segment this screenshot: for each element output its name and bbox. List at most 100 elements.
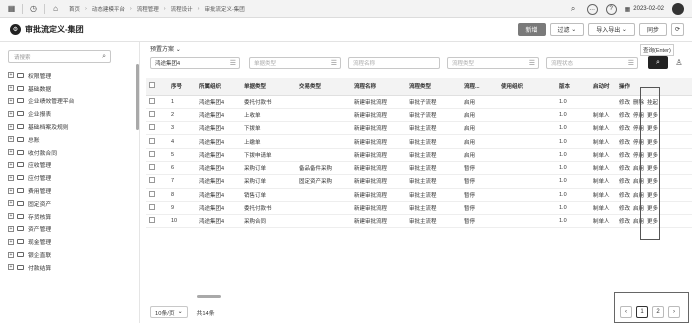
column-header[interactable]: 流程类型: [406, 78, 461, 96]
row-checkbox[interactable]: [149, 150, 155, 157]
org-field[interactable]: 鸿途集团4 ☰: [150, 57, 240, 69]
page-button[interactable]: 2: [652, 306, 664, 318]
sync-button[interactable]: 同步: [638, 23, 667, 36]
prev-page-button[interactable]: ‹: [620, 306, 632, 318]
edit-link[interactable]: 修改: [619, 166, 630, 172]
sidebar-item[interactable]: + 付款结算: [8, 261, 74, 274]
refresh-icon[interactable]: ⟳: [670, 23, 684, 36]
breadcrumb-item-modeling[interactable]: 动态建模平台: [92, 5, 125, 13]
edit-link[interactable]: 修改: [619, 140, 630, 146]
expand-icon[interactable]: +: [8, 238, 14, 245]
sidebar-item[interactable]: + 企业绩效管理平台: [8, 95, 74, 108]
edit-link[interactable]: 修改: [619, 126, 630, 132]
row-checkbox[interactable]: [149, 164, 155, 171]
sidebar-item[interactable]: + 收付款合同: [8, 146, 74, 159]
sidebar-item[interactable]: + 总账: [8, 133, 74, 146]
flow-status-field[interactable]: 流程状态 ☰: [546, 57, 638, 69]
expand-icon[interactable]: +: [8, 174, 14, 181]
avatar[interactable]: [672, 3, 684, 15]
flow-name-field[interactable]: 流程名称: [348, 57, 440, 69]
breadcrumb-item-current[interactable]: 审批流定义-集团: [204, 5, 244, 13]
next-page-button[interactable]: ›: [668, 306, 680, 318]
table-row[interactable]: 9 鸿途集团4 委托付款书 新建审批流程 审批主流程 暂停 1.0 制单人 修改 启用 更多: [146, 201, 692, 216]
filter-button[interactable]: 过滤 ⌄: [549, 23, 585, 36]
edit-link[interactable]: 修改: [619, 193, 630, 199]
expand-icon[interactable]: +: [8, 187, 14, 194]
apps-grid-icon[interactable]: ▦: [6, 3, 17, 14]
table-row[interactable]: 5 鸿途集团4 下拨申请单 新建审批流程 审批主流程 启用 1.0 制单人 修改 停用 更多: [146, 148, 692, 162]
expand-icon[interactable]: +: [8, 225, 14, 232]
page-size-select[interactable]: 10条/页 ⌄: [150, 306, 188, 318]
expand-icon[interactable]: +: [8, 123, 14, 130]
list-icon[interactable]: ☰: [230, 59, 236, 67]
column-header[interactable]: 使用组织: [498, 78, 556, 96]
table-row[interactable]: 7 鸿途集团4 采购订单 固定资产采购 新建审批流程 审批主流程 暂停 1.0 制单人 修改 启用更…: [146, 174, 692, 189]
sidebar-item[interactable]: + 应付管理: [8, 171, 74, 184]
row-checkbox[interactable]: [149, 204, 155, 211]
expand-icon[interactable]: +: [8, 200, 14, 207]
search-icon[interactable]: ⌕: [568, 4, 579, 15]
row-checkbox[interactable]: [149, 97, 155, 104]
row-checkbox[interactable]: [149, 177, 155, 184]
table-row[interactable]: 8 鸿途集团4 销售订单 新建审批流程 审批主流程 暂停 1.0 制单人 修改 启用 更多: [146, 188, 692, 202]
table-row[interactable]: 4 鸿途集团4 上缴单 新建审批流程 审批主流程 启用 1.0 制单人 修改 停用 更多: [146, 134, 692, 149]
sidebar-item[interactable]: + 基础数据: [8, 82, 74, 95]
column-header[interactable]: 所属组织: [196, 78, 241, 96]
expand-icon[interactable]: +: [8, 110, 14, 117]
list-icon[interactable]: ☰: [529, 59, 535, 67]
sidebar-item[interactable]: + 企业报表: [8, 107, 74, 120]
row-checkbox[interactable]: [149, 190, 155, 197]
sidebar-item[interactable]: + 存货核算: [8, 210, 74, 223]
breadcrumb-item-process-design[interactable]: 流程设计: [171, 5, 193, 13]
edit-link[interactable]: 修改: [619, 179, 630, 185]
select-all-checkbox[interactable]: [149, 82, 155, 89]
table-row[interactable]: 10 鸿途集团4 采购合同 新建审批流程 审批主流程 暂停 1.0 制单人 修改 启用 更多: [146, 214, 692, 229]
table-row[interactable]: 1 鸿途集团4 委托付款书 新建审批流程 审批子流程 启用 1.0 修改 删除 挂起: [146, 95, 692, 109]
expand-icon[interactable]: +: [8, 251, 14, 258]
edit-link[interactable]: 修改: [619, 100, 630, 106]
row-checkbox[interactable]: [149, 217, 155, 224]
column-header[interactable]: 交易类型: [296, 78, 351, 96]
row-checkbox[interactable]: [149, 124, 155, 131]
expand-icon[interactable]: +: [8, 85, 14, 92]
home-icon[interactable]: ⌂: [50, 3, 61, 14]
sidebar-item[interactable]: + 固定资产: [8, 197, 74, 210]
table-row[interactable]: 2 鸿途集团4 上收单 新建审批流程 审批子流程 启用 1.0 制单人 修改 停用 更多: [146, 108, 692, 123]
sidebar-scrollbar[interactable]: [136, 64, 139, 130]
expand-icon[interactable]: +: [8, 72, 14, 79]
message-icon[interactable]: …: [586, 3, 598, 15]
row-checkbox[interactable]: [149, 110, 155, 117]
sidebar-item[interactable]: + 费用管理: [8, 184, 74, 197]
sidebar-item[interactable]: + 资产管理: [8, 223, 74, 236]
edit-link[interactable]: 修改: [619, 219, 630, 225]
column-header[interactable]: 序号: [168, 78, 196, 96]
sidebar-item[interactable]: + 应收管理: [8, 159, 74, 172]
clear-filter-icon[interactable]: ♙: [673, 56, 685, 69]
breadcrumb-item-process-management[interactable]: 流程管理: [137, 5, 159, 13]
help-icon[interactable]: ?: [605, 3, 617, 15]
list-icon[interactable]: ☰: [331, 59, 337, 67]
row-checkbox[interactable]: [149, 137, 155, 144]
doc-type-field[interactable]: 单据类型 ☰: [249, 57, 341, 69]
table-horizontal-scrollbar[interactable]: [197, 295, 221, 298]
expand-icon[interactable]: +: [8, 264, 14, 271]
expand-icon[interactable]: +: [8, 213, 14, 220]
column-header[interactable]: 流程名称: [351, 78, 406, 96]
flow-type-field[interactable]: 流程类型 ☰: [447, 57, 539, 69]
column-header[interactable]: 版本: [556, 78, 590, 96]
column-header[interactable]: 启动时: [590, 78, 616, 96]
table-row[interactable]: 3 鸿途集团4 下拨单 新建审批流程 审批主流程 启用 1.0 制单人 修改 停用 更多: [146, 121, 692, 136]
list-icon[interactable]: ☰: [628, 59, 634, 67]
search-icon[interactable]: ⌕: [102, 53, 106, 61]
sidebar-item[interactable]: + 银企直联: [8, 248, 74, 261]
clock-icon[interactable]: ◷: [28, 3, 39, 14]
edit-link[interactable]: 修改: [619, 206, 630, 212]
column-header[interactable]: 单据类型: [241, 78, 296, 96]
expand-icon[interactable]: +: [8, 161, 14, 168]
expand-icon[interactable]: +: [8, 149, 14, 156]
sidebar-item[interactable]: + 基础档案及规则: [8, 120, 74, 133]
breadcrumb-item-home[interactable]: 首页: [69, 5, 80, 13]
page-button[interactable]: 1: [636, 306, 648, 318]
sidebar-search-input[interactable]: 请搜索 ⌕: [8, 50, 111, 63]
scheme-selector[interactable]: 预置方案 ⌄: [150, 44, 181, 53]
